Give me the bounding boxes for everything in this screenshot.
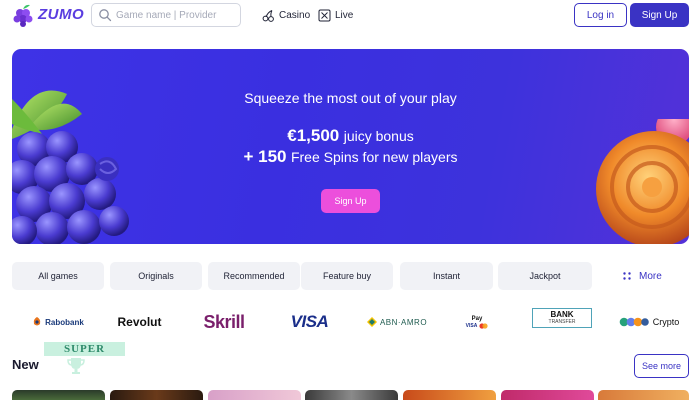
zumo-logo[interactable]: ZUMO [12,3,84,27]
hero-signup-button[interactable]: Sign Up [321,189,380,213]
hero-bonus-line: €1,500 juicy bonus [12,126,689,146]
nav-casino-link[interactable]: Casino [262,7,310,23]
category-tabs: All games Originals Recommended Feature … [12,262,689,290]
bank-transfer-line1: BANK [550,310,574,319]
game-thumbnail[interactable] [110,390,203,400]
game-thumbnail[interactable] [12,390,105,400]
rabobank-icon [33,317,41,326]
payment-methods: Rabobank Revolut Skrill VISA ABN·AMRO Pa… [12,308,689,336]
revolut-logo: Revolut [117,315,162,329]
game-thumbnail[interactable] [403,390,496,400]
abn-amro-label: ABN·AMRO [379,317,428,327]
super-badge: SUPER [44,342,125,356]
game-thumbnail[interactable] [598,390,689,400]
category-jackpot[interactable]: Jackpot [498,262,592,290]
mastercard-icon [479,322,488,329]
rabobank-label: Rabobank [45,317,84,327]
skrill-logo: Skrill [203,311,245,332]
hero-spins-line: + 150 Free Spins for new players [12,147,689,167]
game-thumbnail[interactable] [208,390,301,400]
hero-banner: Squeeze the most out of your play €1,500… [12,49,689,244]
hero-subtitle: Squeeze the most out of your play [244,90,457,106]
spins-amount: + 150 [243,147,287,166]
nav-live-label: Live [335,9,354,21]
bonus-text: juicy bonus [343,128,414,144]
category-all-games[interactable]: All games [12,262,104,290]
new-section-title: New [12,357,39,372]
search-box[interactable] [91,3,241,27]
crypto-coins-icon [619,317,649,327]
category-feature-buy[interactable]: Feature buy [301,262,393,290]
search-icon [99,9,112,22]
apple-pay-logo: Pay VISA [462,308,492,336]
abn-amro-shield-icon [366,317,377,327]
game-thumbnail[interactable] [501,390,594,400]
nav-casino-label: Casino [279,9,311,21]
bank-transfer-line2: TRANSFER [548,319,576,325]
game-thumbnail[interactable] [305,390,398,400]
grape-logo-icon [13,4,33,27]
category-recommended[interactable]: Recommended [208,262,300,290]
login-button[interactable]: Log in [574,3,627,27]
more-label: More [639,270,662,282]
logo-wordmark: ZUMO [38,6,85,23]
grid-dots-icon [623,272,631,280]
top-header: ZUMO Casino Live Log in Sign Up [0,0,700,30]
more-categories-button[interactable]: More [623,262,662,290]
cherries-icon [262,9,274,22]
apple-pay-label: Pay [471,315,483,322]
bank-transfer-logo: BANK TRANSFER [532,308,592,328]
apple-pay-visa: VISA [465,322,478,329]
visa-logo: VISA [290,312,329,331]
category-originals[interactable]: Originals [110,262,202,290]
search-input[interactable] [116,6,236,24]
category-instant[interactable]: Instant [400,262,493,290]
spins-text: Free Spins for new players [290,149,458,165]
crypto-label: Crypto [652,317,680,327]
abn-amro-logo: ABN·AMRO [362,308,432,336]
live-card-icon [318,9,331,21]
bonus-amount: €1,500 [287,126,340,145]
crypto-logo: Crypto [616,308,682,336]
see-more-button[interactable]: See more [634,354,689,378]
nav-live-link[interactable]: Live [318,7,353,23]
signup-button[interactable]: Sign Up [630,3,689,27]
trophy-icon [67,358,85,374]
rabobank-logo: Rabobank [28,308,88,336]
